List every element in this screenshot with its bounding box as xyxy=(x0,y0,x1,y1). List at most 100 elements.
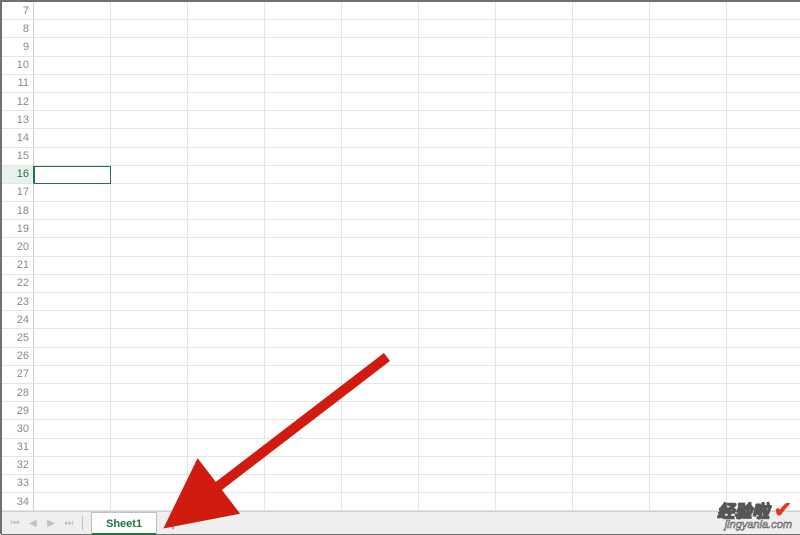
cell[interactable] xyxy=(496,457,573,475)
cell[interactable] xyxy=(188,311,265,329)
cell[interactable] xyxy=(188,20,265,38)
cell[interactable] xyxy=(111,275,188,293)
cell[interactable] xyxy=(34,148,111,166)
cell[interactable] xyxy=(573,366,650,384)
add-sheet-button[interactable]: ＋ xyxy=(163,513,183,533)
cell[interactable] xyxy=(419,493,496,511)
row-header[interactable]: 23 xyxy=(2,293,34,311)
spreadsheet-grid[interactable]: 7891011121314151617181920212223242526272… xyxy=(2,2,800,513)
cell[interactable] xyxy=(496,202,573,220)
cell[interactable] xyxy=(650,329,727,347)
cell[interactable] xyxy=(727,275,800,293)
cell[interactable] xyxy=(419,148,496,166)
cell[interactable] xyxy=(342,384,419,402)
cell[interactable] xyxy=(111,111,188,129)
cell[interactable] xyxy=(342,111,419,129)
cell[interactable] xyxy=(111,402,188,420)
cell[interactable] xyxy=(188,366,265,384)
cell[interactable] xyxy=(419,75,496,93)
cell[interactable] xyxy=(34,457,111,475)
cell[interactable] xyxy=(650,293,727,311)
cell[interactable] xyxy=(265,20,342,38)
nav-prev-button[interactable]: ◀ xyxy=(24,514,42,532)
cell[interactable] xyxy=(34,384,111,402)
cell[interactable] xyxy=(342,275,419,293)
cell[interactable] xyxy=(111,257,188,275)
cell[interactable] xyxy=(419,129,496,147)
cell[interactable] xyxy=(342,129,419,147)
cell[interactable] xyxy=(342,420,419,438)
cell[interactable] xyxy=(188,93,265,111)
cell[interactable] xyxy=(342,493,419,511)
cell[interactable] xyxy=(342,439,419,457)
cell[interactable] xyxy=(111,75,188,93)
cell[interactable] xyxy=(188,75,265,93)
cell[interactable] xyxy=(188,2,265,20)
cell[interactable] xyxy=(496,2,573,20)
cell[interactable] xyxy=(573,220,650,238)
cell[interactable] xyxy=(342,329,419,347)
cell[interactable] xyxy=(188,493,265,511)
cell[interactable] xyxy=(650,257,727,275)
cell[interactable] xyxy=(342,57,419,75)
cell[interactable] xyxy=(650,20,727,38)
cell[interactable] xyxy=(188,348,265,366)
cell[interactable] xyxy=(265,348,342,366)
row-header[interactable]: 30 xyxy=(2,420,34,438)
cell[interactable] xyxy=(342,402,419,420)
cell[interactable] xyxy=(34,20,111,38)
cell[interactable] xyxy=(34,420,111,438)
cell[interactable] xyxy=(111,384,188,402)
cell[interactable] xyxy=(34,311,111,329)
row-header[interactable]: 33 xyxy=(2,475,34,493)
cell[interactable] xyxy=(188,475,265,493)
cell[interactable] xyxy=(265,420,342,438)
cell[interactable] xyxy=(573,275,650,293)
cell[interactable] xyxy=(342,348,419,366)
cell[interactable] xyxy=(111,329,188,347)
cell[interactable] xyxy=(188,420,265,438)
cell[interactable] xyxy=(496,238,573,256)
row-header[interactable]: 18 xyxy=(2,202,34,220)
cell[interactable] xyxy=(342,475,419,493)
cell[interactable] xyxy=(496,257,573,275)
cell[interactable] xyxy=(727,148,800,166)
cell[interactable] xyxy=(34,166,111,184)
cell[interactable] xyxy=(342,457,419,475)
cell[interactable] xyxy=(419,57,496,75)
cell[interactable] xyxy=(419,457,496,475)
cell[interactable] xyxy=(34,75,111,93)
cell[interactable] xyxy=(496,329,573,347)
cell[interactable] xyxy=(188,220,265,238)
cell[interactable] xyxy=(496,38,573,56)
cell[interactable] xyxy=(34,439,111,457)
cell[interactable] xyxy=(111,475,188,493)
cell[interactable] xyxy=(573,75,650,93)
cell[interactable] xyxy=(727,457,800,475)
cell[interactable] xyxy=(111,57,188,75)
cell[interactable] xyxy=(419,329,496,347)
cell[interactable] xyxy=(265,402,342,420)
cell[interactable] xyxy=(573,57,650,75)
cell[interactable] xyxy=(496,148,573,166)
cell[interactable] xyxy=(34,366,111,384)
cell[interactable] xyxy=(342,148,419,166)
cell[interactable] xyxy=(34,2,111,20)
cell[interactable] xyxy=(727,311,800,329)
cell[interactable] xyxy=(188,184,265,202)
cell[interactable] xyxy=(650,311,727,329)
cell[interactable] xyxy=(265,38,342,56)
cell[interactable] xyxy=(573,2,650,20)
cell[interactable] xyxy=(650,57,727,75)
cell[interactable] xyxy=(727,420,800,438)
cell[interactable] xyxy=(573,20,650,38)
cell[interactable] xyxy=(111,348,188,366)
cell[interactable] xyxy=(34,493,111,511)
cell[interactable] xyxy=(342,293,419,311)
cell[interactable] xyxy=(188,457,265,475)
cell[interactable] xyxy=(727,111,800,129)
cell[interactable] xyxy=(265,384,342,402)
cell[interactable] xyxy=(188,57,265,75)
cell[interactable] xyxy=(496,475,573,493)
cell[interactable] xyxy=(111,129,188,147)
